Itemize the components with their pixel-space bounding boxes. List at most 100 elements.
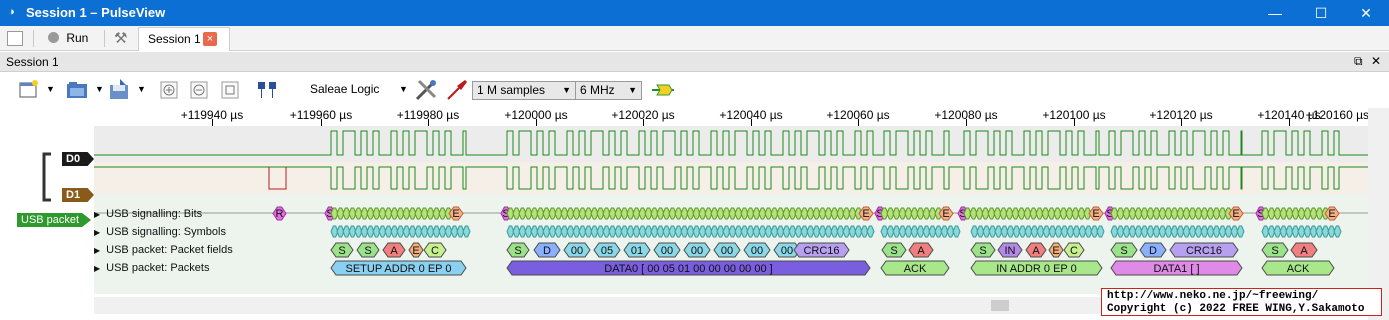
- ruler-tick-label: +120120 µs: [1149, 108, 1213, 122]
- expand-arrow-icon: ▶: [94, 246, 101, 255]
- maximize-button[interactable]: ☐: [1298, 0, 1344, 26]
- packet-field-label: D: [1149, 245, 1157, 257]
- save-file-icon[interactable]: [108, 79, 132, 101]
- packet-field-label: D: [543, 245, 551, 257]
- cursor-markers-icon[interactable]: [255, 80, 279, 100]
- trace-labels: D0 D1 USB packet: [0, 126, 94, 320]
- new-view-icon[interactable]: [18, 79, 40, 101]
- packet-field-label: S: [514, 245, 521, 257]
- packet-field-label: C: [431, 245, 439, 257]
- row-label-bits[interactable]: ▶ USB signalling: Bits: [94, 208, 202, 220]
- float-dock-icon[interactable]: ⧉: [1354, 54, 1363, 69]
- row-label-text: USB signalling: Bits: [106, 208, 203, 220]
- ruler-tick-label: +119960 µs: [289, 108, 353, 122]
- trace-area[interactable]: R S E S E S E S E S E S E S S A E C S D 00 05 01 00 00 00 00 00 CRC1…: [94, 126, 1368, 294]
- open-dropdown-icon[interactable]: ▼: [95, 84, 104, 94]
- tools-icon[interactable]: ⚒: [114, 29, 127, 48]
- ruler-tick-label: +120160 µs: [1305, 108, 1369, 122]
- expand-arrow-icon: ▶: [94, 264, 101, 273]
- close-window-button[interactable]: ✕: [1343, 0, 1389, 26]
- packet-field-label: IN: [1005, 245, 1016, 257]
- time-ruler[interactable]: +119940 µs +119960 µs +119980 µs +120000 µs…: [94, 108, 1370, 126]
- row-label-packets[interactable]: ▶ USB packet: Packets: [94, 262, 209, 274]
- channel-d1-label[interactable]: D1: [62, 188, 94, 202]
- run-button[interactable]: Run: [48, 29, 88, 48]
- ruler-tick-label: +119980 µs: [396, 108, 460, 122]
- minimize-button[interactable]: —: [1252, 0, 1298, 26]
- separator: [33, 30, 34, 47]
- packet-field-label: 00: [751, 245, 763, 257]
- expand-arrow-icon: ▶: [94, 228, 101, 237]
- open-file-icon[interactable]: [66, 80, 90, 100]
- window-title: Session 1 – PulseView: [26, 5, 166, 20]
- sample-count-dropdown-icon: ▼: [562, 85, 571, 95]
- row-label-text: USB packet: Packet fields: [106, 244, 233, 256]
- sample-rate-select[interactable]: 6 MHz ▼: [575, 81, 642, 100]
- packet-label: ACK: [1287, 263, 1310, 275]
- sample-count-value: 1 M samples: [477, 83, 546, 97]
- packet-field-label: CRC16: [803, 245, 839, 257]
- ruler-tick-label: +119940 µs: [180, 108, 244, 122]
- device-dropdown-icon[interactable]: ▼: [399, 84, 408, 94]
- device-config-icon[interactable]: [414, 78, 438, 102]
- channel-d0-background: [94, 126, 1368, 162]
- bit-eop-label: E: [1232, 208, 1239, 220]
- ruler-tick-label: +120100 µs: [1042, 108, 1106, 122]
- device-selector[interactable]: Saleae Logic: [310, 82, 379, 96]
- dock-title: Session 1: [6, 55, 59, 69]
- packet-field-label: A: [1032, 245, 1040, 257]
- packet-field-label: CRC16: [1186, 245, 1222, 257]
- packet-label: DATA1 [ ]: [1153, 263, 1199, 275]
- decoder-usb-packet-label[interactable]: USB packet: [17, 213, 91, 227]
- copyright-url: http://www.neko.ne.jp/~freewing/: [1107, 290, 1319, 302]
- packet-label: IN ADDR 0 EP 0: [996, 263, 1077, 275]
- close-dock-icon[interactable]: ✕: [1371, 54, 1381, 68]
- bit-reset-label: R: [276, 208, 284, 220]
- sample-rate-value: 6 MHz: [580, 83, 615, 97]
- session-toolbar: ▼ ▼ ▼ ▼: [0, 73, 1389, 108]
- row-label-text: USB packet: Packets: [106, 262, 210, 274]
- row-label-text: USB signalling: Symbols: [106, 226, 226, 238]
- packet-field-label: S: [338, 245, 345, 257]
- copyright-text: Copyright (c) 2022 FREE WING,Y.Sakamoto: [1107, 303, 1365, 315]
- zoom-in-icon[interactable]: [160, 81, 178, 99]
- bit-eop-label: E: [1092, 208, 1099, 220]
- packet-field-label: 05: [601, 245, 613, 257]
- zoom-out-icon[interactable]: [190, 81, 208, 99]
- packet-field-label: S: [1120, 245, 1127, 257]
- decoder-add-icon[interactable]: [651, 82, 675, 98]
- channel-d0-label[interactable]: D0: [62, 152, 94, 166]
- tab-session-1[interactable]: Session 1 ×: [138, 27, 230, 51]
- zoom-fit-icon[interactable]: [221, 81, 239, 99]
- new-view-dropdown-icon[interactable]: ▼: [46, 84, 55, 94]
- channel-group-bracket: [42, 152, 51, 202]
- scroll-thumb[interactable]: [991, 300, 1009, 311]
- packet-field-label: 00: [781, 245, 793, 257]
- packet-field-label: S: [890, 245, 897, 257]
- ruler-tick-label: +120020 µs: [611, 108, 675, 122]
- packet-field-label: 00: [571, 245, 583, 257]
- packet-label: ACK: [904, 263, 927, 275]
- bit-eop-label: E: [452, 208, 459, 220]
- close-tab-icon[interactable]: ×: [203, 32, 217, 46]
- probe-config-icon[interactable]: [445, 78, 469, 102]
- session-dock-header: Session 1 ⧉ ✕: [0, 52, 1389, 72]
- ruler-tick-label: +120040 µs: [719, 108, 783, 122]
- packet-field-label: S: [364, 245, 371, 257]
- row-label-symbols[interactable]: ▶ USB signalling: Symbols: [94, 226, 226, 238]
- packet-field-label: S: [1271, 245, 1278, 257]
- packet-field-label: 01: [631, 245, 643, 257]
- tab-label: Session 1: [148, 32, 201, 46]
- row-label-fields[interactable]: ▶ USB packet: Packet fields: [94, 244, 233, 256]
- copyright-notice: http://www.neko.ne.jp/~freewing/ Copyrig…: [1101, 288, 1382, 316]
- packet-field-label: 00: [691, 245, 703, 257]
- packet-label: DATA0 [ 00 05 01 00 00 00 00 00 ]: [604, 263, 772, 275]
- packet-field-label: A: [917, 245, 925, 257]
- sample-count-select[interactable]: 1 M samples ▼: [472, 81, 576, 100]
- save-dropdown-icon[interactable]: ▼: [137, 84, 146, 94]
- run-label: Run: [66, 31, 89, 45]
- new-session-icon[interactable]: [7, 31, 23, 46]
- trace-canvas: R S E S E S E S E S E S ES S A E C S D 00 05 01 00 00 00 00 00 CRC1…: [94, 126, 1368, 294]
- run-icon: [48, 32, 59, 43]
- main-toolbar: Run ⚒ Session 1 ×: [0, 26, 1389, 51]
